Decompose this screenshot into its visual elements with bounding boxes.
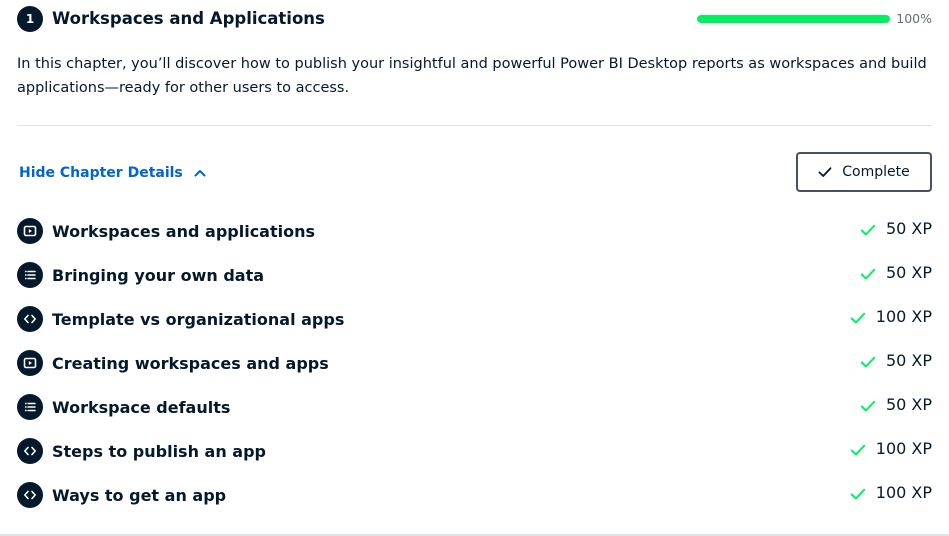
exercise-title: Creating workspaces and apps (52, 354, 329, 373)
code-icon (17, 306, 43, 332)
exercise-item[interactable]: Workspace defaults 50 XP (17, 391, 932, 435)
exercise-title: Ways to get an app (52, 486, 227, 505)
exercise-item[interactable]: Workspaces and applications 50 XP (17, 215, 932, 259)
exercise-xp: 50 XP (860, 393, 932, 417)
exercise-xp: 100 XP (850, 437, 932, 461)
play-icon (17, 350, 43, 376)
chapter-progress-fill (697, 15, 890, 23)
list-icon (17, 394, 43, 420)
hide-chapter-details-label: Hide Chapter Details (19, 165, 183, 181)
exercise-title: Template vs organizational apps (52, 310, 345, 329)
code-icon (17, 438, 43, 464)
exercise-item[interactable]: Steps to publish an app 100 XP (17, 435, 932, 479)
exercise-title: Workspaces and applications (52, 222, 316, 241)
exercise-item[interactable]: Ways to get an app 100 XP (17, 479, 932, 523)
completed-check-icon (860, 221, 876, 237)
exercise-xp-label: 100 XP (875, 439, 932, 458)
exercise-xp-label: 50 XP (885, 263, 932, 282)
exercise-title: Workspace defaults (52, 398, 231, 417)
checkmark-icon (818, 165, 832, 179)
completed-check-icon (850, 309, 866, 325)
exercise-xp-label: 100 XP (875, 307, 932, 326)
chapter-progress-bar (697, 15, 890, 23)
exercise-xp: 50 XP (860, 349, 932, 373)
play-icon (17, 218, 43, 244)
completed-check-icon (860, 265, 876, 281)
chapter-progress-label: 100% (896, 11, 932, 26)
chevron-up-icon (193, 166, 207, 180)
completed-check-icon (860, 397, 876, 413)
exercise-xp: 50 XP (860, 217, 932, 241)
complete-button-label: Complete (842, 164, 910, 180)
exercise-xp-label: 50 XP (885, 219, 932, 238)
chapter-description: In this chapter, you’ll discover how to … (17, 56, 927, 96)
exercise-title: Steps to publish an app (52, 442, 266, 461)
complete-button[interactable]: Complete (796, 152, 932, 192)
chapter-header: 1 Workspaces and Applications 100% (17, 6, 932, 32)
chapter-number-badge: 1 (17, 6, 43, 32)
exercise-xp: 50 XP (860, 261, 932, 285)
exercise-title: Bringing your own data (52, 266, 265, 285)
completed-check-icon (860, 353, 876, 369)
exercise-list: Workspaces and applications 50 XP Bringing… (17, 215, 932, 523)
exercise-item[interactable]: Creating workspaces and apps 50 XP (17, 347, 932, 391)
completed-check-icon (850, 441, 866, 457)
hide-chapter-details-button[interactable]: Hide Chapter Details (19, 162, 207, 184)
completed-check-icon (850, 485, 866, 501)
exercise-xp: 100 XP (850, 305, 932, 329)
exercise-item[interactable]: Template vs organizational apps 100 XP (17, 303, 932, 347)
code-icon (17, 482, 43, 508)
chapter-title: Workspaces and Applications (52, 9, 325, 28)
list-icon (17, 262, 43, 288)
exercise-xp-label: 50 XP (885, 395, 932, 414)
exercise-xp: 100 XP (850, 481, 932, 505)
divider (17, 125, 932, 126)
exercise-xp-label: 50 XP (885, 351, 932, 370)
exercise-xp-label: 100 XP (875, 483, 932, 502)
exercise-item[interactable]: Bringing your own data 50 XP (17, 259, 932, 303)
